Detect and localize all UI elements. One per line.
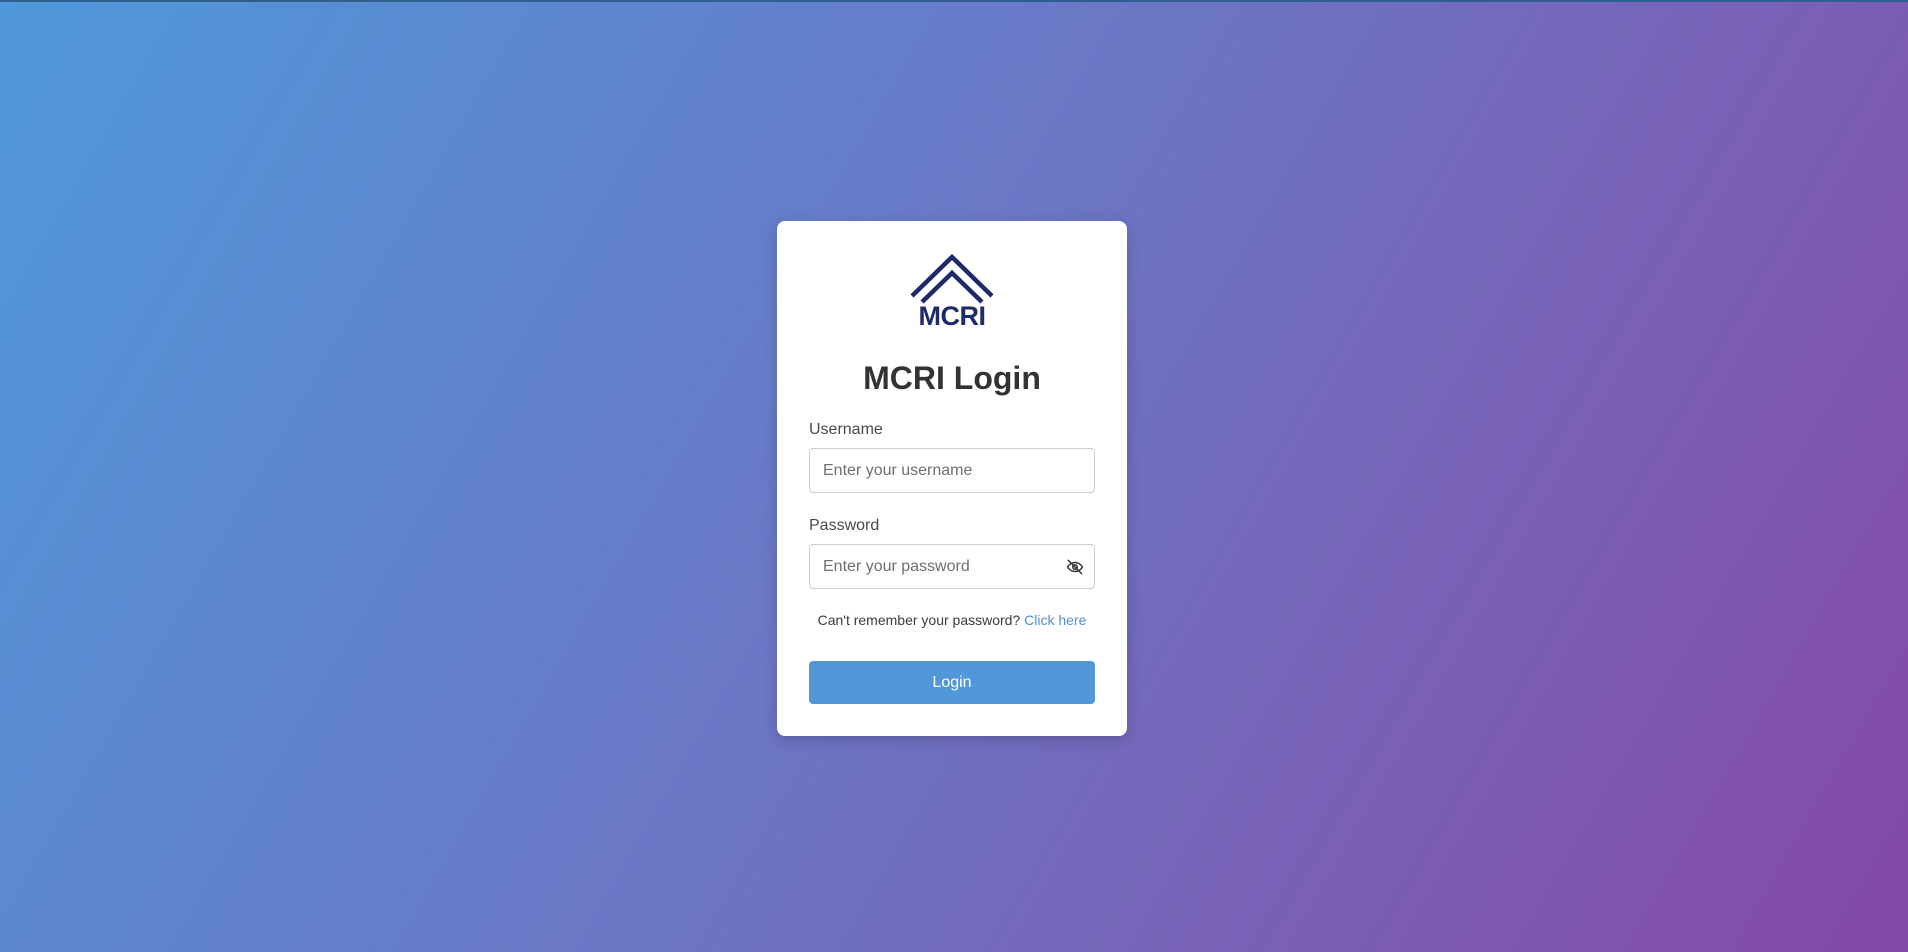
mcri-logo: MCRI: [908, 252, 996, 332]
forgot-password-link[interactable]: Click here: [1024, 612, 1086, 628]
house-roof-icon: [910, 253, 994, 304]
password-input[interactable]: [810, 545, 1094, 588]
window-top-edge: [0, 0, 1908, 2]
password-label: Password: [809, 517, 880, 534]
username-field: [809, 448, 1095, 493]
forgot-password-row: Can't remember your password? Click here: [777, 611, 1127, 629]
login-button[interactable]: Login: [809, 661, 1095, 704]
password-field: [809, 544, 1095, 589]
page-title: MCRI Login: [863, 360, 1041, 396]
username-label: Username: [809, 421, 883, 438]
forgot-password-text: Can't remember your password?: [817, 612, 1021, 628]
eye-off-icon[interactable]: [1066, 558, 1084, 576]
username-input[interactable]: [810, 449, 1094, 492]
login-card: MCRI MCRI Login Username Password Can't …: [777, 221, 1127, 736]
logo-wordmark: MCRI: [918, 301, 987, 331]
